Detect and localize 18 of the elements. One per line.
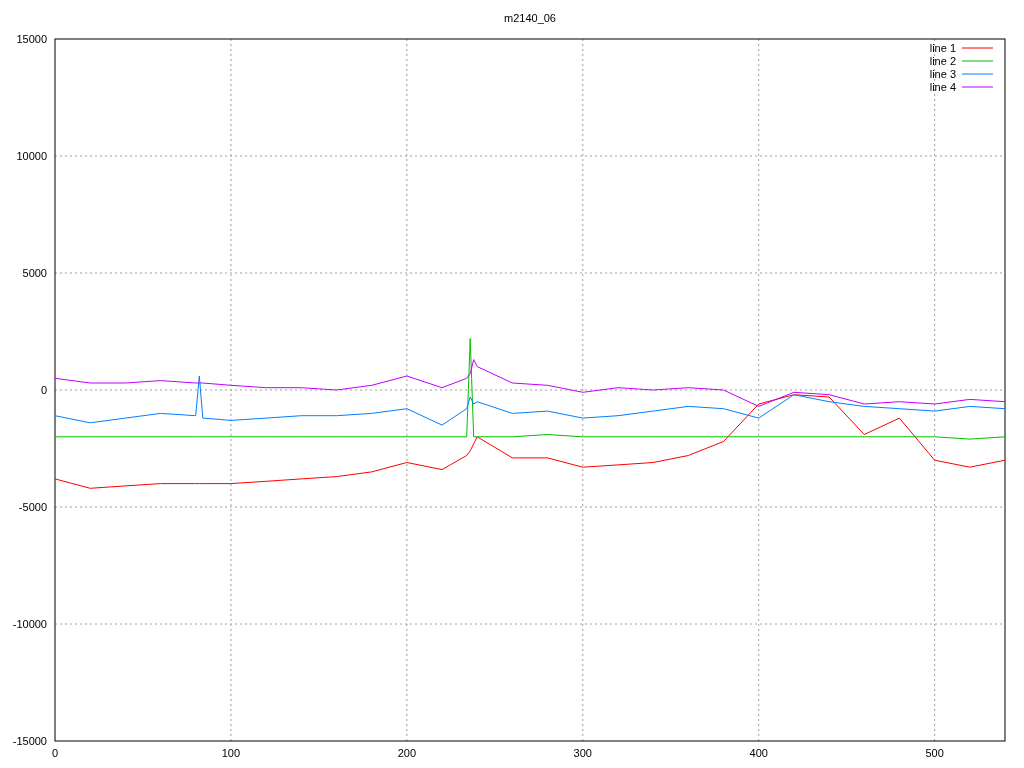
legend-label: line 3 (929, 68, 956, 80)
x-tick-label: 100 (221, 747, 241, 759)
x-tick-label: 500 (925, 747, 944, 759)
x-tick-label: 200 (397, 747, 417, 759)
y-tick-label: -15000 (12, 735, 47, 747)
legend-label: line 4 (929, 81, 956, 93)
legend-label: line 2 (929, 55, 956, 67)
y-tick-label: 0 (40, 384, 47, 396)
x-tick-label: 300 (573, 747, 592, 759)
x-tick-label: 400 (749, 747, 768, 759)
legend-label: line 1 (929, 42, 956, 54)
y-tick-label: 15000 (16, 33, 47, 45)
x-tick-label: 0 (51, 747, 59, 759)
y-tick-label: 10000 (16, 150, 47, 162)
y-tick-label: 5000 (22, 267, 47, 279)
y-tick-label: -5000 (18, 501, 47, 513)
chart-title: m2140_06 (504, 12, 556, 24)
y-tick-label: -10000 (12, 618, 47, 630)
